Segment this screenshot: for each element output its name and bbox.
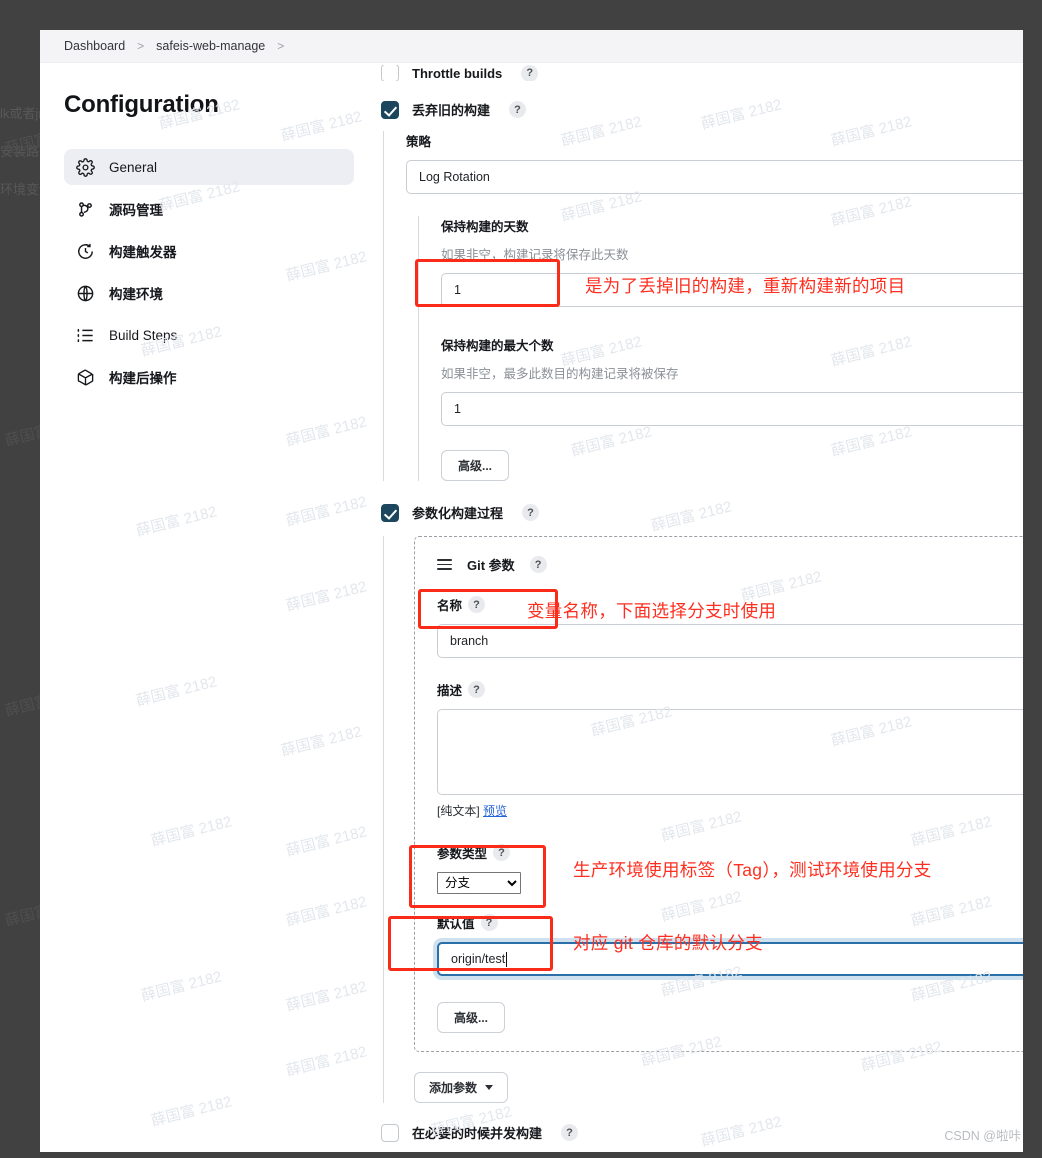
drag-handle-icon[interactable]	[437, 556, 452, 573]
param-type-select[interactable]: 分支	[437, 872, 521, 894]
sidebar-item-label: 构建环境	[109, 287, 163, 302]
help-icon[interactable]: ?	[521, 65, 539, 81]
concurrent-build-checkbox[interactable]	[381, 1123, 399, 1142]
breadcrumb-separator-icon: >	[277, 39, 285, 53]
list-icon	[76, 326, 95, 345]
annotation-text-name: 变量名称，下面选择分支时使用	[527, 601, 777, 621]
annotation-text-type: 生产环境使用标签（Tag），测试环境使用分支	[573, 860, 932, 880]
param-description-label-row: 描述 ?	[437, 680, 1023, 699]
max-builds-input[interactable]: 1	[441, 392, 1023, 426]
help-icon[interactable]: ?	[493, 844, 511, 861]
help-icon[interactable]: ?	[529, 556, 547, 573]
sidebar-item-build-environment[interactable]: 构建环境	[64, 275, 354, 311]
param-default-value: origin/test	[451, 952, 506, 966]
parameterized-build-checkbox[interactable]	[381, 503, 399, 522]
sidebar-item-general[interactable]: General	[64, 149, 354, 185]
sidebar-item-build-triggers[interactable]: 构建触发器	[64, 233, 354, 269]
breadcrumb-separator-icon: >	[137, 39, 145, 53]
strategy-select[interactable]: Log Rotation	[406, 160, 1023, 194]
discard-old-builds-label: 丢弃旧的构建	[412, 103, 491, 118]
sidebar-item-label: 源码管理	[109, 203, 163, 218]
annotation-text-default: 对应 git 仓库的默认分支	[573, 933, 763, 953]
concurrent-build-label: 在必要的时候并发构建	[412, 1126, 543, 1141]
discard-old-builds-body: 策略 Log Rotation 保持构建的天数 如果非空，构建记录将保存此天数 …	[383, 131, 1023, 481]
discard-old-builds-checkbox[interactable]	[381, 100, 399, 119]
param-description-label: 描述	[437, 684, 463, 698]
discard-old-builds-row[interactable]: 丢弃旧的构建 ?	[381, 100, 1023, 119]
help-icon[interactable]: ?	[561, 1124, 579, 1141]
max-builds-label: 保持构建的最大个数	[441, 339, 554, 353]
browser-panel: Dashboard > safeis-web-manage > Configur…	[40, 30, 1023, 1152]
help-icon[interactable]: ?	[480, 914, 498, 931]
sidebar: Configuration General 源码管理 构建触发器 构建环境 Bu…	[40, 63, 375, 1152]
plain-text-label: [纯文本]	[437, 804, 480, 818]
param-description-footer: [纯文本] 预览	[437, 802, 1023, 819]
throttle-builds-checkbox[interactable]	[381, 65, 399, 81]
help-icon[interactable]: ?	[522, 504, 540, 521]
annotation-text-discard: 是为了丢掉旧的构建，重新构建新的项目	[585, 276, 906, 296]
concurrent-build-row[interactable]: 在必要的时候并发构建 ?	[381, 1123, 1023, 1142]
breadcrumb-item-dashboard[interactable]: Dashboard	[64, 39, 125, 53]
preview-link[interactable]: 预览	[483, 804, 507, 818]
parameterized-build-label: 参数化构建过程	[412, 506, 504, 521]
throttle-builds-label: Throttle builds	[412, 65, 503, 81]
days-to-keep-hint: 如果非空，构建记录将保存此天数	[441, 248, 629, 262]
days-to-keep-label: 保持构建的天数	[441, 220, 529, 234]
add-parameter-button[interactable]: 添加参数	[414, 1072, 509, 1103]
csdn-watermark: CSDN @啦咔	[944, 1129, 1021, 1143]
text-cursor	[506, 951, 508, 967]
discard-strategy-options: 保持构建的天数 如果非空，构建记录将保存此天数 1 保持构建的最大个数 如果非空…	[418, 216, 1023, 481]
gear-icon	[76, 157, 95, 177]
add-parameter-label: 添加参数	[429, 1081, 478, 1095]
source-control-icon	[76, 200, 95, 219]
discard-advanced-button[interactable]: 高级...	[441, 450, 510, 481]
breadcrumb-item-project[interactable]: safeis-web-manage	[156, 39, 265, 53]
sidebar-item-label: Build Steps	[109, 327, 178, 343]
sidebar-item-build-steps[interactable]: Build Steps	[64, 317, 354, 353]
git-parameter-title: Git 参数	[467, 558, 515, 573]
sidebar-item-label: General	[109, 159, 158, 175]
breadcrumb: Dashboard > safeis-web-manage >	[40, 30, 1023, 63]
throttle-builds-row[interactable]: Throttle builds ?	[381, 65, 1023, 81]
globe-icon	[76, 284, 95, 303]
sidebar-item-label: 构建触发器	[109, 245, 177, 260]
chevron-down-icon	[485, 1085, 494, 1090]
clock-icon	[76, 242, 95, 261]
package-icon	[76, 368, 95, 387]
param-advanced-button[interactable]: 高级...	[437, 1002, 506, 1033]
help-icon[interactable]: ?	[468, 596, 486, 613]
git-parameter-header: Git 参数 ?	[437, 555, 1023, 574]
parameterized-build-row[interactable]: 参数化构建过程 ?	[381, 503, 1023, 522]
sidebar-item-post-build-actions[interactable]: 构建后操作	[64, 359, 354, 395]
help-icon[interactable]: ?	[468, 681, 486, 698]
help-icon[interactable]: ?	[509, 101, 527, 118]
max-builds-hint: 如果非空，最多此数目的构建记录将被保存	[441, 367, 679, 381]
param-name-input[interactable]: branch	[437, 624, 1023, 658]
param-name-label: 名称	[437, 599, 463, 613]
page-title: Configuration	[64, 91, 219, 118]
param-description-textarea[interactable]	[437, 709, 1023, 795]
param-type-label: 参数类型	[437, 847, 488, 861]
param-default-label: 默认值	[437, 917, 475, 931]
sidebar-item-source-control[interactable]: 源码管理	[64, 191, 354, 227]
strategy-label: 策略	[406, 135, 432, 149]
sidebar-item-label: 构建后操作	[109, 371, 177, 386]
